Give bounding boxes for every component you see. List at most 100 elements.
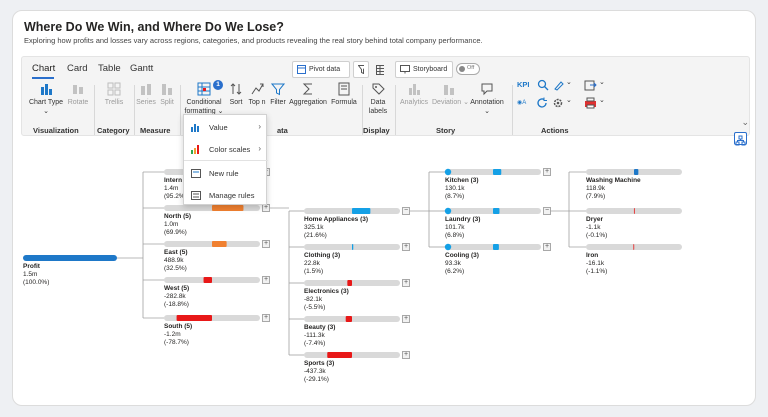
- root-bar: [23, 255, 117, 261]
- node-value: -1.2m: [164, 330, 181, 338]
- node-bar-positive: [493, 244, 499, 250]
- node-bar-positive: [634, 169, 639, 175]
- node-name: North (5): [164, 213, 192, 220]
- node-name: Sports (3): [304, 360, 335, 367]
- node-value: 488.9k: [164, 256, 184, 264]
- node-bar-negative: [633, 244, 635, 250]
- node-name: Intern: [164, 177, 183, 184]
- expand-node-button[interactable]: +: [543, 168, 551, 176]
- collapse-node-button[interactable]: −: [543, 207, 551, 215]
- node-pct: (-1.1%): [586, 267, 608, 275]
- node-name: Iron: [586, 252, 599, 259]
- tree-node[interactable]: West (5) -282.8k (-18.8%): [164, 285, 189, 308]
- menu-item-value[interactable]: Value ›: [184, 117, 268, 137]
- visual-card: Where Do We Win, and Where Do We Lose? E…: [12, 10, 756, 406]
- tree-node[interactable]: Electronics (3) -82.1k (-5.5%): [304, 288, 349, 311]
- tree-node[interactable]: Beauty (3) -111.3k (-7.4%): [304, 324, 335, 347]
- expand-node-button[interactable]: +: [262, 204, 270, 212]
- menu-value-label: Value: [209, 122, 228, 132]
- tree-node[interactable]: East (5) 488.9k (32.5%): [164, 249, 187, 272]
- tree-node[interactable]: Washing Machine 118.9k (7.9%): [586, 177, 641, 200]
- node-value: -1.1k: [586, 223, 601, 231]
- node-value: 93.3k: [445, 259, 461, 267]
- expand-node-button[interactable]: +: [262, 314, 270, 322]
- node-pct: (21.6%): [304, 231, 327, 239]
- tree-node[interactable]: Sports (3) -437.3k (-29.1%): [304, 360, 334, 383]
- node-name: Home Appliances (3): [304, 216, 369, 223]
- node-pct: (8.7%): [445, 192, 465, 200]
- node-bar-positive: [493, 208, 500, 214]
- node-value: 130.1k: [445, 184, 465, 192]
- node-pct: (-5.5%): [304, 303, 326, 311]
- node-name: Beauty (3): [304, 324, 336, 331]
- decomposition-tree: [23, 168, 682, 358]
- collapse-node-button[interactable]: −: [402, 207, 410, 215]
- node-pct: (100.0%): [23, 278, 50, 286]
- chevron-right-icon: ›: [258, 122, 261, 131]
- node-value: 325.1k: [304, 223, 324, 231]
- node-bar-negative: [347, 280, 352, 286]
- node-bar-positive: [352, 208, 371, 214]
- tree-node[interactable]: Dryer -1.1k (-0.1%): [586, 216, 607, 239]
- node-pct: (-0.1%): [586, 231, 608, 239]
- node-name: Cooling (3): [445, 252, 479, 259]
- node-name: Clothing (3): [304, 252, 341, 259]
- node-marker: [444, 168, 452, 176]
- manage-rules-icon: [191, 190, 201, 200]
- node-bar-positive: [352, 244, 354, 250]
- node-pct: (-7.4%): [304, 339, 326, 347]
- chevron-right-icon: ›: [258, 144, 261, 153]
- new-rule-icon: [191, 168, 201, 178]
- node-pct: (6.2%): [445, 267, 465, 275]
- node-pct: (-18.8%): [164, 300, 189, 308]
- expand-node-button[interactable]: +: [402, 351, 410, 359]
- menu-color-scales-label: Color scales: [209, 144, 251, 154]
- bar-chart-icon: [191, 123, 199, 132]
- tree-node[interactable]: Home Appliances (3) 325.1k (21.6%): [304, 216, 368, 239]
- node-name: Laundry (3): [445, 216, 481, 223]
- expand-node-button[interactable]: +: [262, 240, 270, 248]
- node-pct: (-29.1%): [304, 375, 329, 383]
- node-pct: (1.5%): [304, 267, 324, 275]
- tree-node[interactable]: Intern 1.4m (95.2%: [164, 177, 185, 200]
- node-value: -111.3k: [304, 331, 325, 339]
- tree-node[interactable]: South (5) -1.2m (-78.7%): [164, 323, 192, 346]
- node-pct: (-78.7%): [164, 338, 189, 346]
- menu-item-manage-rules[interactable]: Manage rules: [184, 185, 268, 205]
- node-value: 1.4m: [164, 184, 179, 192]
- menu-new-rule-label: New rule: [209, 168, 239, 178]
- menu-manage-rules-label: Manage rules: [209, 190, 255, 200]
- expand-node-button[interactable]: +: [402, 315, 410, 323]
- tree-root-node[interactable]: Profit 1.5m (100.0%): [23, 263, 49, 286]
- tree-node[interactable]: Laundry (3) 101.7k (6.8%): [445, 216, 480, 239]
- tree-node[interactable]: Kitchen (3) 130.1k (8.7%): [445, 177, 479, 200]
- node-value: 22.8k: [304, 259, 320, 267]
- tree-node[interactable]: North (5) 1.0m (69.9%): [164, 213, 191, 236]
- node-bar-positive: [212, 205, 244, 211]
- node-name: Kitchen (3): [445, 177, 479, 184]
- node-pct: (6.8%): [445, 231, 465, 239]
- node-value: 1.5m: [23, 270, 38, 278]
- node-value: -437.3k: [304, 367, 326, 375]
- node-bar-negative: [345, 316, 352, 322]
- menu-divider: [184, 160, 268, 161]
- expand-node-button[interactable]: +: [262, 276, 270, 284]
- tree-node[interactable]: Cooling (3) 93.3k (6.2%): [445, 252, 479, 275]
- node-value: 118.9k: [586, 184, 606, 192]
- node-pct: (7.9%): [586, 192, 606, 200]
- node-name: East (5): [164, 249, 188, 256]
- node-value: -282.8k: [164, 292, 186, 300]
- menu-item-color-scales[interactable]: Color scales ›: [184, 139, 268, 159]
- node-value: -16.1k: [586, 259, 605, 267]
- conditional-formatting-menu: Value › Color scales › New rule Manage r…: [183, 114, 268, 205]
- node-name: Washing Machine: [586, 177, 641, 184]
- expand-node-button[interactable]: +: [543, 243, 551, 251]
- node-pct: (95.2%: [164, 192, 185, 200]
- node-value: 1.0m: [164, 220, 179, 228]
- expand-node-button[interactable]: +: [402, 243, 410, 251]
- expand-node-button[interactable]: +: [402, 279, 410, 287]
- node-name: South (5): [164, 323, 193, 330]
- tree-node[interactable]: Iron -16.1k (-1.1%): [586, 252, 607, 275]
- tree-node[interactable]: Clothing (3) 22.8k (1.5%): [304, 252, 340, 275]
- menu-item-new-rule[interactable]: New rule: [184, 163, 268, 183]
